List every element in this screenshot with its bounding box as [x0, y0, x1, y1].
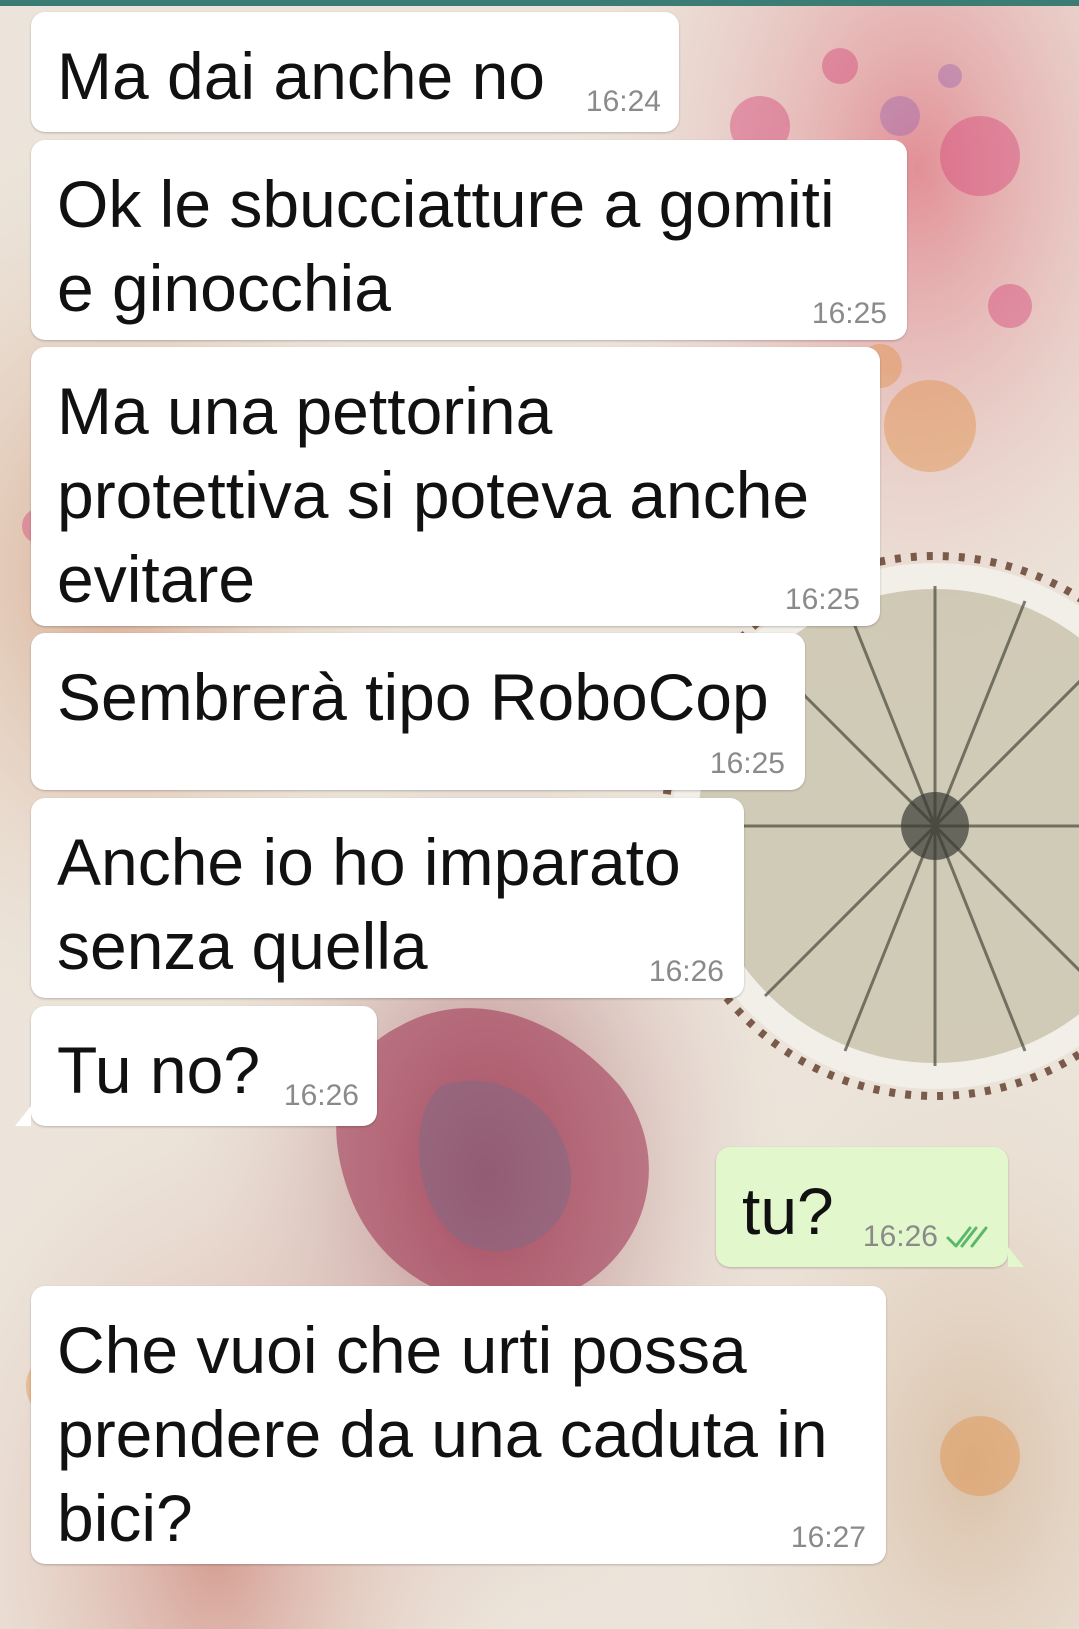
message-bubble-incoming[interactable]: Tu no? 16:26: [15, 1006, 377, 1126]
message-bubble-incoming[interactable]: Che vuoi che urti possa prendere da una …: [31, 1286, 886, 1564]
message-bubble-incoming[interactable]: Ma dai anche no 16:24: [31, 12, 679, 132]
message-text: Ma una pettorina protettiva si poteva an…: [57, 374, 810, 616]
message-timestamp: 16:26: [862, 1220, 938, 1253]
message-timestamp: 16:24: [585, 85, 661, 118]
message-timestamp: 16:26: [648, 955, 724, 988]
message-text: Ma dai anche no: [57, 39, 546, 113]
message-timestamp: 16:26: [283, 1079, 359, 1112]
message-bubble-outgoing[interactable]: tu? 16:26: [716, 1147, 1024, 1267]
message-text: Che vuoi che urti possa prendere da una …: [57, 1313, 828, 1555]
message-timestamp: 16:27: [790, 1521, 866, 1554]
conversation[interactable]: Ma dai anche no 16:24 Ok le sbucciatture…: [0, 0, 1079, 1629]
message-bubble-incoming[interactable]: Sembrerà tipo RoboCop 16:25: [31, 633, 805, 790]
message-bubble-incoming[interactable]: Anche io ho imparato senza quella 16:26: [31, 798, 744, 998]
message-text: Anche io ho imparato senza quella: [57, 825, 681, 983]
message-bubble-incoming[interactable]: Ok le sbucciatture a gomiti e ginocchia …: [31, 140, 907, 340]
message-text: Ok le sbucciatture a gomiti e ginocchia: [57, 167, 835, 325]
message-timestamp: 16:25: [784, 583, 860, 616]
double-check-read-icon: [946, 1224, 990, 1250]
message-timestamp: 16:25: [811, 297, 887, 330]
message-text: Sembrerà tipo RoboCop: [57, 660, 769, 734]
message-timestamp: 16:25: [709, 747, 785, 780]
message-bubble-incoming[interactable]: Ma una pettorina protettiva si poteva an…: [31, 347, 880, 626]
